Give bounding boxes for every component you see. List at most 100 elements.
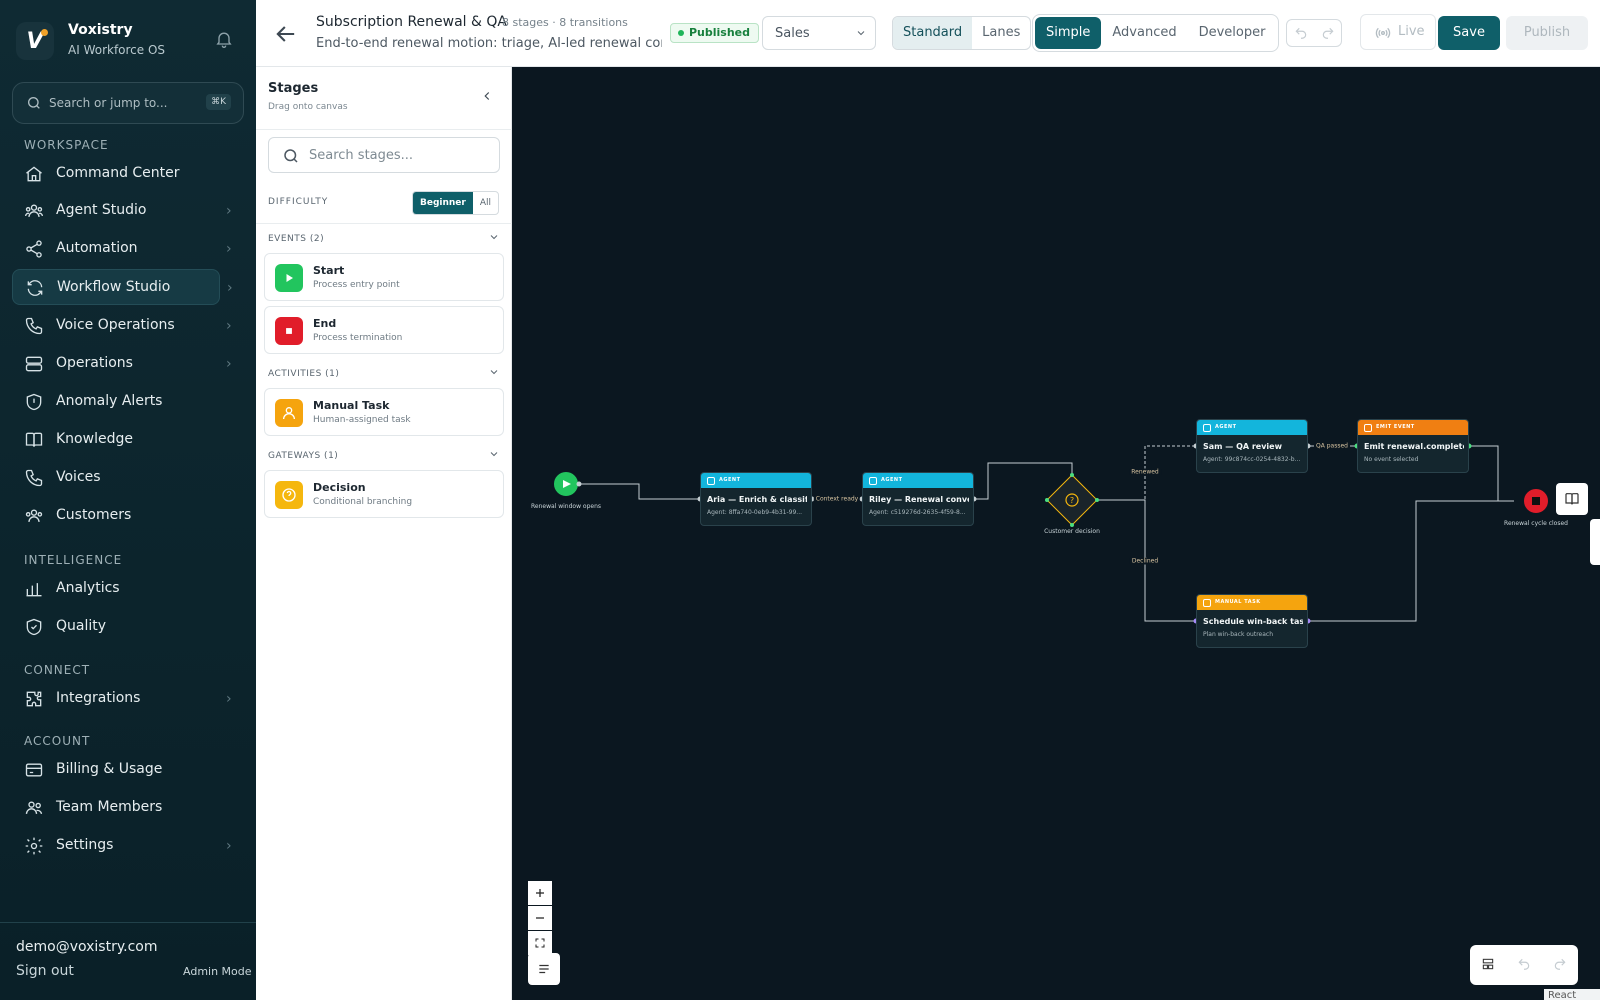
handle[interactable] xyxy=(1070,523,1074,527)
stage-card-subtitle: Human-assigned task xyxy=(313,415,411,425)
nav-command-center[interactable]: Command Center xyxy=(12,156,220,192)
handle[interactable] xyxy=(576,481,582,487)
chevron-down-icon[interactable] xyxy=(488,231,500,243)
group-events[interactable]: EVENTS (2) xyxy=(268,234,324,244)
nav-label: Command Center xyxy=(56,165,180,181)
auto-layout-button[interactable] xyxy=(1481,956,1495,975)
nav-voices[interactable]: Voices xyxy=(12,460,220,496)
handle[interactable] xyxy=(1070,473,1074,477)
nav-agent-studio[interactable]: Agent Studio › xyxy=(12,193,232,229)
stage-card-subtitle: Conditional branching xyxy=(313,497,413,507)
stage-card-decision[interactable]: Decision Conditional branching xyxy=(264,470,504,518)
nav-team-members[interactable]: Team Members xyxy=(12,790,220,826)
chevron-left-icon[interactable] xyxy=(480,89,494,103)
category-select[interactable]: Sales xyxy=(762,16,876,50)
group-activities[interactable]: ACTIVITIES (1) xyxy=(268,369,339,379)
chevron-right-icon: › xyxy=(227,280,233,296)
back-arrow-icon[interactable] xyxy=(272,20,300,48)
fit-view-button[interactable] xyxy=(528,931,552,955)
node-emit-event[interactable]: EMIT EVENT Emit renewal.completed No eve… xyxy=(1357,419,1469,473)
node-title: Schedule win-back task xyxy=(1203,617,1303,626)
difficulty-all[interactable]: All xyxy=(473,192,498,214)
properties-drawer-handle[interactable] xyxy=(1590,519,1600,565)
undo-button[interactable] xyxy=(1287,20,1314,46)
chevron-down-icon[interactable] xyxy=(488,448,500,460)
redo-button[interactable] xyxy=(1314,20,1341,46)
nav-operations[interactable]: Operations › xyxy=(12,346,232,382)
publish-button[interactable]: Publish xyxy=(1506,16,1588,50)
nav-label: Settings xyxy=(56,837,114,853)
question-mark: ? xyxy=(1070,496,1074,505)
section-workspace: WORKSPACE xyxy=(24,138,109,152)
nav-quality[interactable]: Quality xyxy=(12,609,220,645)
brand-tagline: AI Workforce OS xyxy=(68,43,166,57)
node-winback[interactable]: MANUAL TASK Schedule win-back task Plan … xyxy=(1196,594,1308,648)
group-gateways[interactable]: GATEWAYS (1) xyxy=(268,451,338,461)
nav-voice-operations[interactable]: Voice Operations › xyxy=(12,308,232,344)
difficulty-beginner[interactable]: Beginner xyxy=(413,192,473,214)
puzzle-icon xyxy=(26,691,42,707)
nav-anomaly-alerts[interactable]: Anomaly Alerts xyxy=(12,384,220,420)
node-aria[interactable]: AGENT Aria — Enrich & classify a... Agen… xyxy=(700,472,812,526)
mode-simple[interactable]: Simple xyxy=(1035,17,1102,49)
nav-customers[interactable]: Customers xyxy=(12,498,220,534)
decision-node[interactable]: ? xyxy=(1045,473,1099,527)
stage-card-title: Manual Task xyxy=(313,399,390,412)
bar-chart-icon xyxy=(26,583,42,597)
chevron-down-icon[interactable] xyxy=(488,366,500,378)
end-caption: Renewal cycle closed xyxy=(1504,520,1568,527)
sign-out-link[interactable]: Sign out xyxy=(16,963,74,979)
handle[interactable] xyxy=(1095,498,1099,502)
nav-billing[interactable]: Billing & Usage xyxy=(12,752,220,788)
chevron-right-icon: › xyxy=(226,318,232,334)
canvas-undo-button[interactable] xyxy=(1517,956,1531,975)
nav-analytics[interactable]: Analytics xyxy=(12,571,220,607)
edge-start-aria[interactable] xyxy=(579,483,700,500)
stage-search-input[interactable]: Search stages... xyxy=(268,137,500,173)
docs-button[interactable] xyxy=(1556,483,1588,515)
nav-workflow-studio[interactable]: Workflow Studio › xyxy=(12,269,233,305)
nav-label: Team Members xyxy=(56,799,163,815)
nav-automation[interactable]: Automation › xyxy=(12,231,232,267)
decision-caption: Customer decision xyxy=(1044,528,1100,535)
node-title: Riley — Renewal convers... xyxy=(869,495,969,504)
node-title: Sam — QA review xyxy=(1203,442,1282,451)
agent-icon xyxy=(25,204,43,217)
redo-icon xyxy=(1322,27,1333,39)
node-title: Emit renewal.completed xyxy=(1364,442,1464,451)
mode-advanced[interactable]: Advanced xyxy=(1101,17,1187,49)
nav-knowledge[interactable]: Knowledge xyxy=(12,422,220,458)
handle[interactable] xyxy=(1045,498,1049,502)
brand-logo[interactable]: V xyxy=(16,22,54,60)
book-icon xyxy=(25,432,43,447)
live-button[interactable]: Live xyxy=(1360,14,1436,50)
legend-toggle-button[interactable] xyxy=(528,953,560,985)
edge-winback-end[interactable] xyxy=(1308,500,1514,622)
nav-integrations[interactable]: Integrations › xyxy=(12,681,232,717)
view-lanes[interactable]: Lanes xyxy=(972,17,1030,49)
search-jump-input[interactable]: Search or jump to... ⌘K xyxy=(12,82,244,124)
admin-mode-badge: Admin Mode xyxy=(183,965,252,978)
view-standard[interactable]: Standard xyxy=(893,17,973,49)
node-sam[interactable]: AGENT Sam — QA review Agent: 99c874cc-02… xyxy=(1196,419,1308,473)
stage-card-title: End xyxy=(313,317,337,330)
workflow-canvas[interactable]: ? Renewal window opens Renewal cycle clo… xyxy=(512,67,1600,1000)
react-flow-attribution[interactable]: React Flow xyxy=(1544,989,1600,1000)
save-button[interactable]: Save xyxy=(1438,16,1500,50)
stage-card-start[interactable]: Start Process entry point xyxy=(264,253,504,301)
zoom-out-button[interactable] xyxy=(528,906,552,930)
stage-card-end[interactable]: End Process termination xyxy=(264,306,504,354)
node-subtitle: Agent: c519276d-2635-4f59-8... xyxy=(869,509,966,516)
bell-icon[interactable] xyxy=(214,29,234,49)
broadcast-icon xyxy=(1375,27,1391,39)
mode-developer[interactable]: Developer xyxy=(1188,17,1277,49)
live-label: Live xyxy=(1398,24,1425,39)
edge-emit-end[interactable] xyxy=(1469,445,1514,502)
canvas-redo-button[interactable] xyxy=(1553,956,1567,975)
home-icon xyxy=(26,166,42,182)
refresh-icon xyxy=(27,280,43,296)
nav-settings[interactable]: Settings › xyxy=(12,828,232,864)
stage-card-manual-task[interactable]: Manual Task Human-assigned task xyxy=(264,388,504,436)
zoom-in-button[interactable] xyxy=(528,881,552,905)
node-riley[interactable]: AGENT Riley — Renewal convers... Agent: … xyxy=(862,472,974,526)
